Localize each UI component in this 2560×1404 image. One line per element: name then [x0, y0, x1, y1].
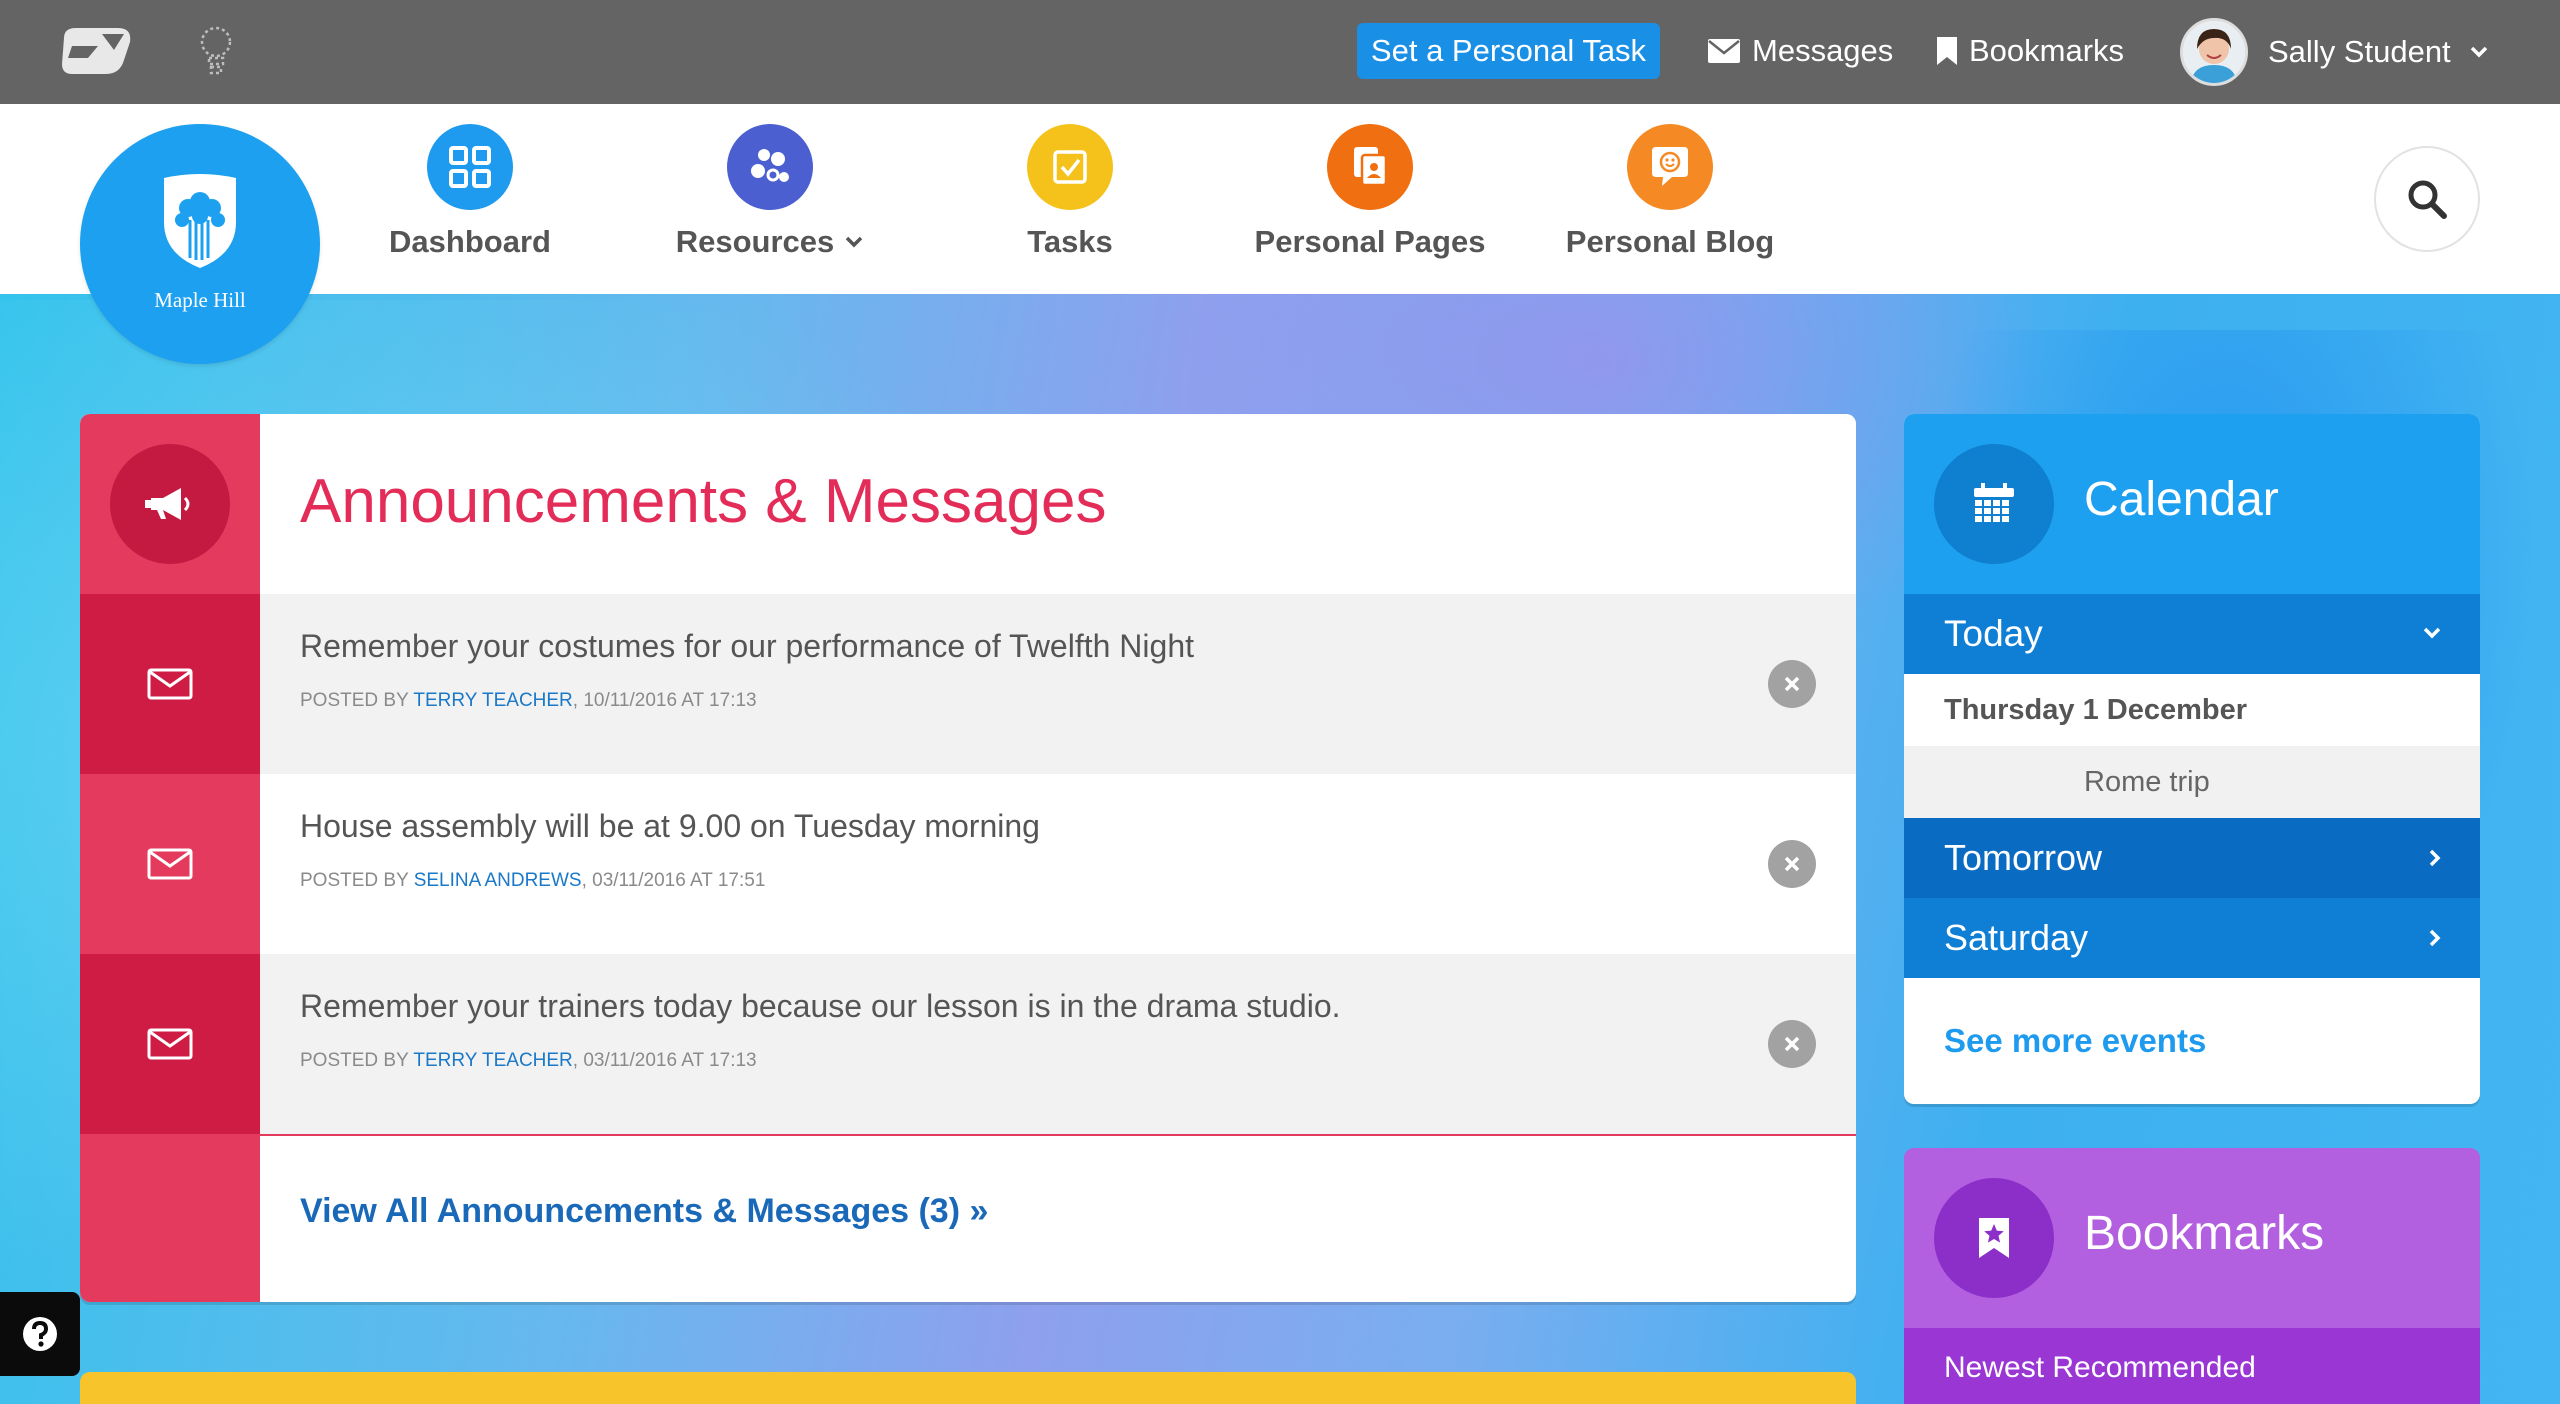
chevron-down-icon [846, 236, 863, 248]
tab-newest-recommended[interactable]: Newest Recommended [1904, 1328, 2480, 1404]
chevron-down-icon [2470, 46, 2487, 58]
message-text: Remember your trainers today because our… [300, 988, 1341, 1024]
calendar-header: Calendar [1904, 414, 2480, 594]
calendar-icon [1934, 444, 2054, 564]
nav-personal-blog-label: Personal Blog [1565, 224, 1775, 259]
school-name: Maple Hill [154, 288, 246, 312]
message-meta: POSTED BY TERRY TEACHER, 10/11/2016 AT 1… [300, 690, 757, 711]
calendar-today-label: Today [1944, 613, 2043, 654]
calendar-tomorrow[interactable]: Tomorrow [1904, 818, 2480, 898]
nav-resources[interactable]: Resources [640, 124, 900, 260]
message-author-link[interactable]: SELINA ANDREWS [414, 870, 582, 891]
search-icon [2408, 180, 2447, 219]
chevron-right-icon [2429, 929, 2441, 947]
search-button[interactable] [2374, 146, 2480, 252]
message-row[interactable]: Remember your costumes for our performan… [80, 594, 1856, 774]
envelope-icon [147, 1028, 193, 1060]
tasks-check-icon [1027, 124, 1113, 210]
bookmarks-title: Bookmarks [2084, 1207, 2325, 1260]
help-button[interactable] [0, 1292, 80, 1376]
brand-logo-icon[interactable] [58, 24, 134, 78]
set-personal-task-button[interactable]: Set a Personal Task [1357, 23, 1660, 79]
next-panel [80, 1372, 1856, 1404]
school-crest-icon [164, 174, 236, 268]
user-name: Sally Student [2268, 34, 2451, 69]
message-row[interactable]: Remember your trainers today because our… [80, 954, 1856, 1134]
close-icon [1784, 1036, 1800, 1052]
nav-dashboard-label: Dashboard [389, 224, 551, 259]
dismiss-message-button[interactable] [1768, 1020, 1816, 1068]
envelope-icon [1708, 39, 1740, 63]
calendar-title: Calendar [2084, 473, 2279, 526]
calendar-tomorrow-label: Tomorrow [1944, 837, 2103, 878]
lightbulb-icon[interactable] [196, 22, 236, 82]
calendar-date-heading: Thursday 1 December [1904, 674, 2480, 746]
calendar-today-toggle[interactable]: Today [1904, 594, 2480, 674]
nav-personal-blog[interactable]: Personal Blog [1540, 124, 1800, 260]
announcements-header: Announcements & Messages [80, 414, 1856, 594]
bookmarks-label: Bookmarks [1969, 33, 2125, 68]
message-text: House assembly will be at 9.00 on Tuesda… [300, 808, 1040, 844]
bookmarks-link[interactable]: Bookmarks [1937, 26, 2124, 76]
nav-tasks-label: Tasks [1027, 224, 1113, 259]
see-more-events-link[interactable]: See more events [1944, 1022, 2206, 1060]
dashboard-grid-icon [427, 124, 513, 210]
messages-label: Messages [1752, 33, 1894, 68]
message-meta: POSTED BY SELINA ANDREWS, 03/11/2016 AT … [300, 870, 766, 891]
help-icon [23, 1317, 57, 1351]
megaphone-icon [110, 444, 230, 564]
dismiss-message-button[interactable] [1768, 840, 1816, 888]
nav-personal-pages-label: Personal Pages [1254, 224, 1486, 259]
messages-link[interactable]: Messages [1708, 26, 1893, 76]
nav-tasks[interactable]: Tasks [940, 124, 1200, 260]
envelope-icon [147, 848, 193, 880]
nav-dashboard[interactable]: Dashboard [340, 124, 600, 260]
dismiss-message-button[interactable] [1768, 660, 1816, 708]
message-author-link[interactable]: TERRY TEACHER [413, 1050, 572, 1071]
message-meta: POSTED BY TERRY TEACHER, 03/11/2016 AT 1… [300, 1050, 757, 1071]
announcements-panel: Announcements & Messages Remember your c… [80, 414, 1856, 1302]
personal-pages-icon [1327, 124, 1413, 210]
calendar-panel: Calendar Today Thursday 1 December Rome … [1904, 414, 2480, 1104]
bookmark-icon [1937, 37, 1957, 65]
chevron-down-icon [2423, 627, 2441, 639]
close-icon [1784, 856, 1800, 872]
bookmark-star-icon [1934, 1178, 2054, 1298]
envelope-icon [147, 668, 193, 700]
avatar [2180, 18, 2248, 86]
bookmarks-panel: Bookmarks Newest Recommended [1904, 1148, 2480, 1404]
school-logo[interactable]: Maple Hill [80, 124, 320, 364]
calendar-saturday[interactable]: Saturday [1904, 898, 2480, 978]
message-author-link[interactable]: TERRY TEACHER [413, 690, 572, 711]
announcements-title: Announcements & Messages [300, 467, 1107, 536]
message-text: Remember your costumes for our performan… [300, 628, 1194, 664]
resources-icon [727, 124, 813, 210]
nav-personal-pages[interactable]: Personal Pages [1240, 124, 1500, 260]
close-icon [1784, 676, 1800, 692]
message-row[interactable]: House assembly will be at 9.00 on Tuesda… [80, 774, 1856, 954]
calendar-event[interactable]: Rome trip [1904, 746, 2480, 818]
personal-blog-icon [1627, 124, 1713, 210]
user-menu[interactable]: Sally Student [2180, 17, 2489, 87]
announcements-footer: View All Announcements & Messages (3) » [80, 1134, 1856, 1302]
view-all-announcements-link[interactable]: View All Announcements & Messages (3) » [300, 1192, 988, 1231]
top-bar: Set a Personal Task Messages Bookmarks S… [0, 0, 2560, 104]
calendar-saturday-label: Saturday [1944, 917, 2089, 958]
chevron-right-icon [2429, 849, 2441, 867]
nav-resources-label: Resources [675, 224, 835, 259]
